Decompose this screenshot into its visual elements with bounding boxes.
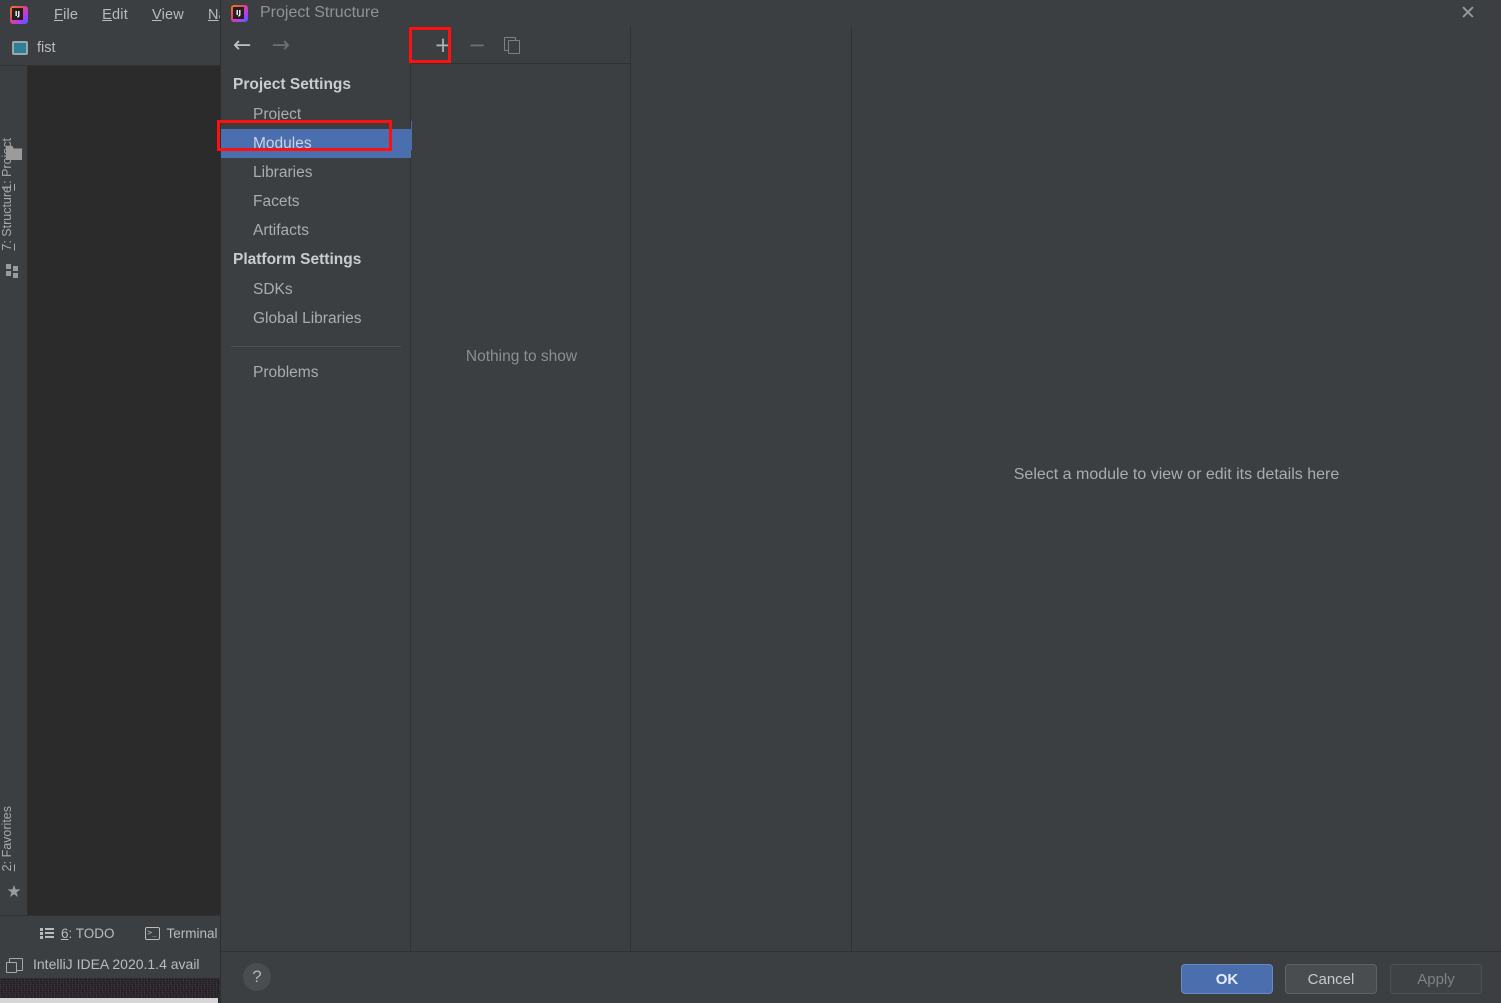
dialog-title: Project Structure: [260, 4, 380, 21]
module-detail-panel: Select a module to view or edit its deta…: [632, 26, 1501, 951]
status-button-terminal[interactable]: >_ Terminal: [144, 925, 218, 941]
apply-button[interactable]: Apply: [1390, 964, 1482, 994]
settings-nav-list: Project Settings Project Modules Librari…: [221, 70, 411, 387]
dialog-title-bar: Project Structure: [221, 0, 1501, 26]
cancel-button[interactable]: Cancel: [1285, 964, 1377, 994]
sidebar-item-global-libraries[interactable]: Global Libraries: [221, 304, 411, 333]
window-icon: [6, 957, 23, 973]
detail-divider: [851, 26, 852, 951]
project-structure-dialog: Project Structure ✕ ← → Project Settings…: [220, 0, 1501, 1003]
dialog-button-bar: ? OK Cancel Apply: [221, 951, 1501, 1003]
screenshot-root: File Edit View Navig fist 1: Project 7: …: [0, 0, 1501, 1003]
help-button[interactable]: ?: [243, 963, 271, 991]
modules-toolbar: + −: [412, 26, 631, 64]
copy-module-button[interactable]: [494, 29, 528, 61]
modules-list-panel: + − Nothing to show: [412, 26, 631, 951]
sidebar-item-favorites[interactable]: 2: Favorites: [0, 806, 28, 871]
sidebar-item-project[interactable]: 1: Project: [0, 138, 28, 191]
sidebar-item-libraries[interactable]: Libraries: [221, 158, 411, 187]
intellij-logo-icon: [10, 6, 28, 24]
forward-arrow-icon[interactable]: →: [271, 35, 289, 57]
ok-button[interactable]: OK: [1181, 964, 1273, 994]
sidebar-item-structure[interactable]: 7: Structure: [0, 186, 28, 251]
nav-history-controls: ← →: [221, 26, 411, 66]
modules-empty-message: Nothing to show: [465, 348, 578, 365]
status-button-terminal-label: Terminal: [166, 925, 218, 941]
remove-module-button[interactable]: −: [460, 29, 494, 61]
sidebar-item-project[interactable]: Project: [221, 100, 411, 129]
menu-item-edit[interactable]: Edit: [90, 7, 140, 23]
back-arrow-icon[interactable]: ←: [233, 35, 251, 57]
project-module-icon: [12, 40, 28, 55]
terminal-icon: >_: [144, 926, 160, 940]
star-icon: ★: [6, 882, 22, 901]
nav-divider: [231, 346, 401, 347]
close-icon[interactable]: ✕: [1455, 1, 1481, 25]
status-button-todo[interactable]: 6: TODO: [40, 926, 115, 941]
sidebar-item-problems[interactable]: Problems: [221, 358, 411, 387]
notification-text[interactable]: IntelliJ IDEA 2020.1.4 avail: [33, 956, 200, 972]
todo-list-icon: [40, 927, 54, 939]
intellij-logo-icon: [231, 4, 248, 22]
sidebar-item-facets[interactable]: Facets: [221, 187, 411, 216]
taskbar-segment-left: [0, 998, 218, 1003]
dialog-nav-panel: ← → Project Settings Project Modules Lib…: [221, 26, 411, 951]
nav-group-project-settings: Project Settings: [233, 76, 351, 93]
menu-item-view[interactable]: View: [140, 7, 196, 23]
nav-group-platform-settings: Platform Settings: [233, 251, 362, 268]
add-module-button[interactable]: +: [426, 29, 460, 61]
project-name: fist: [37, 39, 56, 56]
copy-icon: [503, 36, 520, 54]
sidebar-item-modules[interactable]: Modules: [221, 129, 411, 158]
left-tool-rail: 1: Project 7: Structure 2: Favorites ★: [0, 66, 28, 915]
detail-placeholder-message: Select a module to view or edit its deta…: [1013, 466, 1340, 483]
sidebar-item-artifacts[interactable]: Artifacts: [221, 216, 411, 245]
structure-icon: [6, 264, 22, 280]
sidebar-item-sdks[interactable]: SDKs: [221, 275, 411, 304]
menu-item-file[interactable]: File: [42, 7, 90, 23]
